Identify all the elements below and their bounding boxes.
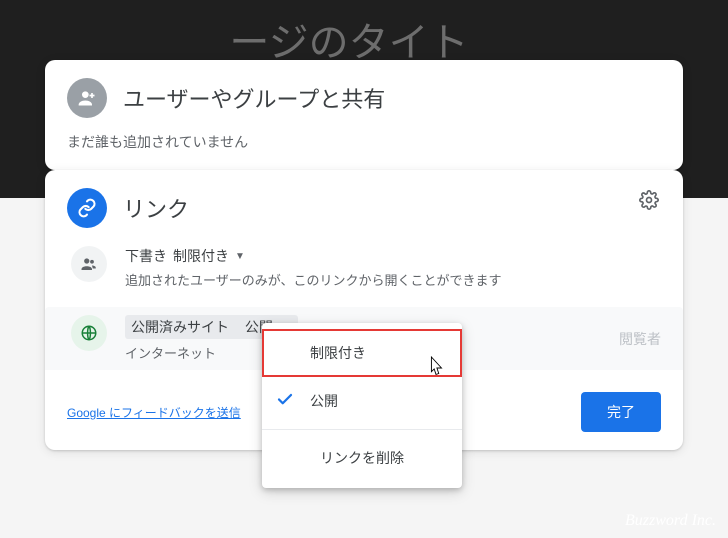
watermark: Buzzword Inc. [625,512,716,530]
done-button[interactable]: 完了 [581,392,661,432]
share-title: ユーザーやグループと共有 [123,82,385,114]
link-row-draft-access[interactable]: 下書き 制限付き ▼ [125,246,661,266]
chevron-down-icon: ▼ [235,251,245,262]
link-name: 下書き [125,246,167,266]
link-row-draft: 下書き 制限付き ▼ 追加されたユーザーのみが、このリンクから開くことができます [67,246,661,289]
feedback-link[interactable]: Google にフィードバックを送信 [67,404,241,421]
menu-divider [262,429,462,430]
link-header: リンク [67,188,661,228]
globe-icon [71,315,107,351]
viewer-role-label[interactable]: 閲覧者 [619,329,661,349]
share-header: ユーザーやグループと共有 [67,78,661,118]
check-icon [276,391,294,412]
gear-icon[interactable] [637,188,661,212]
people-icon [71,246,107,282]
share-subtitle: まだ誰も追加されていません [67,132,661,152]
link-icon [67,188,107,228]
link-desc: 追加されたユーザーのみが、このリンクから開くことができます [125,270,661,289]
pointer-cursor-icon [425,355,447,386]
link-name: 公開済みサイト [131,317,229,337]
dropdown-item-delete[interactable]: リンクを削除 [262,434,462,482]
dropdown-item-label: 公開 [310,393,338,409]
dropdown-item-label: 制限付き [310,345,366,361]
link-access: 制限付き [173,246,229,266]
dropdown-item-label: リンクを削除 [320,450,404,466]
person-add-icon [67,78,107,118]
access-dropdown: 制限付き 公開 リンクを削除 [262,323,462,488]
share-card: ユーザーやグループと共有 まだ誰も追加されていません [45,60,683,170]
link-title: リンク [123,192,189,224]
